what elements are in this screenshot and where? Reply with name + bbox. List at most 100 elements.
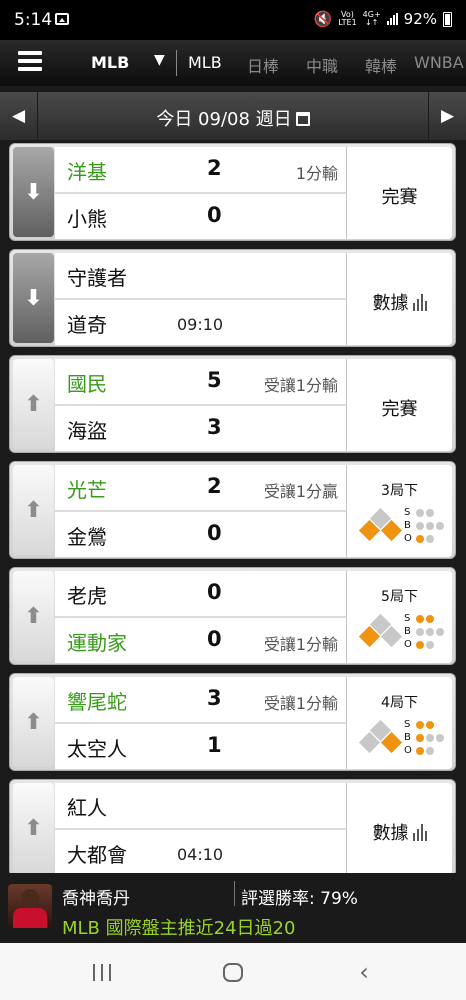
count-dot [426, 733, 434, 742]
home-team-name: 小熊 [67, 207, 107, 231]
team-rows: 國民 5 受讓1分輸 海盜 3 [55, 359, 346, 451]
gallery-notification-icon [55, 13, 69, 25]
count-dot [436, 627, 444, 636]
count-dot [436, 521, 444, 530]
calendar-icon [295, 112, 310, 126]
tab-kbo[interactable]: 韓棒 [365, 53, 397, 77]
promo-headline[interactable]: MLB 國際盤主推近24日過20 [62, 914, 295, 940]
home-team-row: 大都會 04:10 [55, 830, 346, 873]
clock: 5:14 [14, 10, 53, 30]
home-score: 3 [207, 415, 222, 439]
battery-icon [443, 11, 452, 27]
game-status[interactable]: 4局下 S B O [346, 677, 452, 769]
game-card[interactable]: ⬆ 國民 5 受讓1分輸 海盜 3 完賽 [9, 355, 456, 453]
follow-toggle[interactable]: ⬆ [13, 465, 54, 555]
game-status[interactable]: 數據 [346, 783, 452, 873]
count-row-b: B [404, 519, 444, 532]
mute-icon: 🔇 [313, 10, 333, 28]
tab-npb[interactable]: 日棒 [247, 53, 279, 77]
home-score: 0 [207, 203, 222, 227]
home-team-row: 海盜 3 [55, 406, 346, 451]
start-time: 09:10 [177, 315, 224, 334]
league-nav: MLB ▼ MLB 日棒 中職 韓棒 WNBA [0, 40, 466, 86]
follow-toggle[interactable]: ⬆ [13, 571, 54, 661]
stats-button[interactable]: 數據 [347, 289, 452, 315]
volte-indicator: Vo) LTE1 [338, 10, 357, 27]
league-selector[interactable]: MLB [91, 53, 129, 72]
home-team-row: 道奇 09:10 [55, 300, 346, 345]
bar-chart-icon [412, 294, 427, 311]
arrow-down-icon: ⬇ [24, 285, 43, 311]
expert-avatar [8, 884, 52, 928]
game-card[interactable]: ⬇ 洋基 2 1分輸 小熊 0 完賽 [9, 143, 456, 241]
away-team-row: 國民 5 受讓1分輸 [55, 359, 346, 404]
tab-cpbl[interactable]: 中職 [306, 53, 338, 77]
game-card[interactable]: ⬆ 響尾蛇 3 受讓1分輸 太空人 1 4局下 S B O [9, 673, 456, 771]
count-row-s: S [404, 506, 444, 519]
count-label: S [404, 507, 411, 518]
game-card[interactable]: ⬆ 光芒 2 受讓1分贏 金鶯 0 3局下 S B O [9, 461, 456, 559]
home-team-name: 道奇 [67, 313, 107, 337]
date-bar: ◀ 今日 09/08 週日 ▶ [0, 92, 466, 140]
game-card[interactable]: ⬇ 守護者道奇 09:10 數據 [9, 249, 456, 347]
game-card[interactable]: ⬆ 紅人 大都會 04:10 數據 [9, 779, 456, 873]
game-status[interactable]: 數據 [346, 253, 452, 345]
final-label: 完賽 [347, 183, 452, 209]
game-status[interactable]: 3局下 S B O [346, 465, 452, 557]
follow-toggle[interactable]: ⬇ [13, 147, 54, 237]
tab-wnba[interactable]: WNBA [414, 53, 464, 72]
away-team-name: 守護者 [67, 266, 127, 290]
home-score: 0 [207, 627, 222, 651]
count-row-b: B [404, 625, 444, 638]
home-button[interactable] [211, 959, 255, 985]
arrow-down-icon: ⬇ [24, 179, 43, 205]
team-rows: 老虎 0 運動家 0 受讓1分輸 [55, 571, 346, 663]
battery-percent: 92% [403, 10, 437, 28]
count-dot [426, 746, 434, 755]
count-row-o: O [404, 744, 444, 757]
recents-button[interactable] [80, 959, 124, 985]
menu-button[interactable] [18, 51, 42, 73]
game-status[interactable]: 完賽 [346, 147, 452, 239]
count-label: S [404, 719, 411, 730]
count-row-o: O [404, 638, 444, 651]
count-row-o: O [404, 532, 444, 545]
away-score: 2 [207, 156, 222, 180]
caret-down-icon[interactable]: ▼ [154, 52, 165, 68]
home-team-name: 大都會 [67, 843, 127, 867]
stats-button[interactable]: 數據 [347, 819, 452, 845]
team-rows: 洋基 2 1分輸 小熊 0 [55, 147, 346, 239]
away-score: 0 [207, 580, 222, 604]
follow-toggle[interactable]: ⬆ [13, 783, 54, 873]
back-button[interactable]: ‹ [342, 958, 386, 986]
inning-label: 3局下 [381, 483, 418, 499]
status-text: 數據 [372, 293, 409, 314]
status-text: 數據 [372, 823, 409, 844]
date-picker[interactable]: 今日 09/08 週日 [0, 105, 466, 131]
back-chevron-icon: ‹ [359, 958, 369, 986]
count-label: S [404, 613, 411, 624]
away-team-name: 老虎 [67, 584, 107, 608]
home-team-row: 小熊 0 [55, 194, 346, 239]
home-team-name: 金鶯 [67, 525, 107, 549]
follow-toggle[interactable]: ⬇ [13, 253, 54, 343]
count-label: O [404, 533, 412, 544]
count-dot [416, 534, 424, 543]
away-team-row: 守護者 [55, 253, 346, 298]
game-card[interactable]: ⬆ 老虎 0 運動家 0 受讓1分輸 5局下 S B O [9, 567, 456, 665]
away-team-name: 光芒 [67, 478, 107, 502]
away-team-name: 響尾蛇 [67, 690, 127, 714]
tab-mlb[interactable]: MLB [188, 53, 222, 72]
away-score: 3 [207, 686, 222, 710]
promo-banner[interactable]: 喬神喬丹 評選勝率: 79% MLB 國際盤主推近24日過20 [0, 874, 466, 943]
count-indicator: SBO [404, 612, 444, 651]
game-status[interactable]: 完賽 [346, 359, 452, 451]
final-label: 完賽 [347, 395, 452, 421]
game-status[interactable]: 5局下 S B O [346, 571, 452, 663]
count-indicator: SBO [404, 506, 444, 545]
handicap-result: 受讓1分輸 [263, 635, 338, 654]
away-team-name: 國民 [67, 372, 107, 396]
follow-toggle[interactable]: ⬆ [13, 677, 54, 767]
next-day-button[interactable]: ▶ [428, 92, 466, 140]
follow-toggle[interactable]: ⬆ [13, 359, 54, 449]
